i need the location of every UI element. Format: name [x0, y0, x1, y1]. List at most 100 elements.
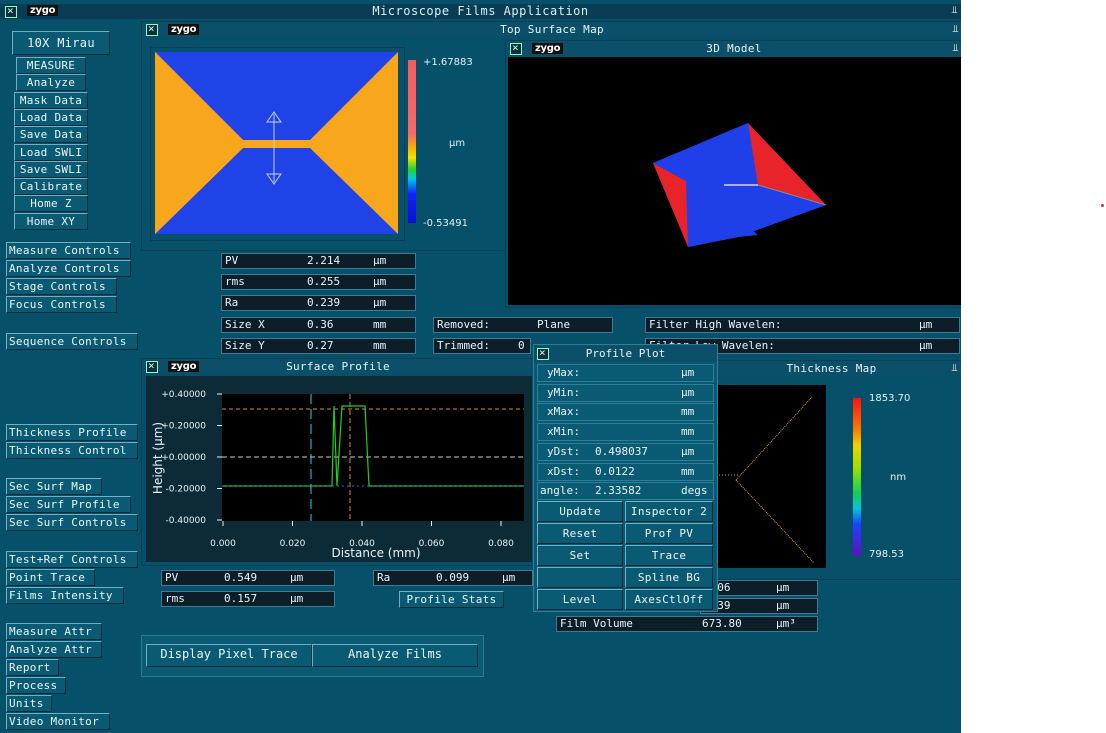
- profile-stats-button[interactable]: Profile Stats: [399, 591, 504, 608]
- left-button-mask-data[interactable]: Mask Data: [14, 92, 88, 109]
- profile-plot-inspector-2-button[interactable]: Inspector 2: [625, 501, 713, 522]
- profile-plot-row-xmin: xMin: mm: [537, 423, 714, 441]
- close-icon[interactable]: [146, 22, 158, 36]
- control-video-monitor[interactable]: Video Monitor: [6, 713, 110, 730]
- control-focus-controls[interactable]: Focus Controls: [6, 296, 117, 313]
- profile-plot-dialog: Profile Plot yMax: µm yMin: µm xMax: mm xMin: m…: [533, 344, 718, 612]
- left-button-load-swli[interactable]: Load SWLI: [14, 144, 88, 161]
- control-sequence-controls[interactable]: Sequence Controls: [6, 333, 138, 350]
- stat-unit: µm: [373, 275, 387, 288]
- control-sec-surf-profile[interactable]: Sec Surf Profile: [6, 496, 131, 513]
- control-measure-controls[interactable]: Measure Controls: [6, 242, 131, 259]
- stat-value: 0.36: [307, 318, 334, 331]
- profile-xlabel: Distance (mm): [331, 546, 420, 560]
- pin-icon[interactable]: ⫫: [951, 24, 960, 35]
- profile-plot-row-ydst: yDst: 0.498037 µm: [537, 443, 714, 461]
- control-units[interactable]: Units: [6, 695, 52, 712]
- thickness-map-image[interactable]: [716, 385, 826, 568]
- stat-size-y-field: Size Y 0.27 mm: [221, 338, 416, 354]
- stat-unit: µm: [373, 296, 387, 309]
- left-button-save-swli[interactable]: Save SWLI: [14, 161, 88, 178]
- profile-plot-trace-button[interactable]: Trace: [625, 545, 713, 566]
- model-3d-view[interactable]: [508, 57, 961, 305]
- model-3d-title: 3D Model: [506, 41, 961, 56]
- top-surface-map-image[interactable]: [155, 52, 398, 234]
- profile-plot-blank-button[interactable]: [537, 567, 623, 588]
- profile-pv-field: PV 0.549 µm: [161, 570, 335, 586]
- close-icon[interactable]: [537, 346, 549, 360]
- film-volume-value: 673.80: [702, 617, 742, 630]
- pin-icon[interactable]: ⫫: [951, 43, 960, 54]
- left-button-save-data[interactable]: Save Data: [14, 126, 88, 143]
- stat-unit: µm: [373, 254, 387, 267]
- row-label: yDst:: [547, 445, 581, 458]
- left-button-home-xy[interactable]: Home XY: [14, 213, 88, 230]
- pin-icon[interactable]: ⫫: [950, 363, 959, 374]
- control-test-ref-controls[interactable]: Test+Ref Controls: [6, 551, 138, 568]
- close-icon[interactable]: [510, 41, 522, 55]
- profile-plot-row-ymin: yMin: µm: [537, 384, 714, 402]
- map-bridge: [243, 140, 310, 148]
- control-point-trace[interactable]: Point Trace: [6, 569, 95, 586]
- control-thickness-profile[interactable]: Thickness Profile: [6, 424, 138, 441]
- profile-plot-level-button[interactable]: Level: [537, 589, 623, 610]
- profile-plot-reset-button[interactable]: Reset: [537, 523, 623, 544]
- thickness-trace-down: [735, 479, 815, 564]
- profile-plot-spline-bg-button[interactable]: Spline BG: [625, 567, 713, 588]
- control-report[interactable]: Report: [6, 659, 59, 676]
- left-button-load-data[interactable]: Load Data: [14, 109, 88, 126]
- pin-icon[interactable]: ⫫: [950, 5, 959, 16]
- profile-ra-unit: µm: [502, 571, 516, 584]
- profile-plot-axesctloff-button[interactable]: AxesCtlOff: [625, 589, 713, 610]
- control-analyze-controls[interactable]: Analyze Controls: [6, 260, 131, 277]
- filter-high-field: Filter High Wavelen: µm: [645, 317, 960, 333]
- stat-label: rms: [225, 275, 245, 288]
- profile-plot-update-button[interactable]: Update: [537, 501, 623, 522]
- control-sec-surf-controls[interactable]: Sec Surf Controls: [6, 514, 138, 531]
- profile-rms-unit: µm: [290, 592, 304, 605]
- row-label: xMax:: [547, 405, 581, 418]
- control-analyze-attr[interactable]: Analyze Attr: [6, 641, 102, 658]
- display-pixel-trace-button[interactable]: Display Pixel Trace: [146, 644, 312, 667]
- profile-chart[interactable]: +0.40000 +0.20000 +0.00000 -0.20000 -0.40000…: [146, 376, 532, 562]
- control-films-intensity[interactable]: Films Intensity: [6, 587, 124, 604]
- control-thickness-control[interactable]: Thickness Control: [6, 442, 138, 459]
- thickness-scale-unit: nm: [890, 472, 907, 483]
- scale-unit-label: µm: [449, 138, 466, 149]
- cursor-dot: [1101, 204, 1104, 207]
- zygo-logo: zygo: [168, 24, 200, 35]
- left-button-measure[interactable]: MEASURE: [16, 57, 86, 74]
- row-unit: mm: [681, 425, 695, 438]
- profile-ytick-label: -0.20000: [166, 485, 207, 495]
- control-stage-controls[interactable]: Stage Controls: [6, 278, 117, 295]
- profile-plot-set-button[interactable]: Set: [537, 545, 623, 566]
- profile-rms-field: rms 0.157 µm: [161, 591, 335, 607]
- stat-unit: mm: [373, 339, 387, 352]
- left-button-calibrate[interactable]: Calibrate: [14, 178, 88, 195]
- film-volume-unit: µm³: [776, 617, 796, 630]
- film-volume-field: Film Volume 673.80 µm³: [556, 616, 818, 632]
- profile-xtick-label: 0.060: [419, 539, 445, 549]
- control-process[interactable]: Process: [6, 677, 66, 694]
- thickness-trace-up: [735, 396, 813, 481]
- stat-label: Size Y: [225, 339, 265, 352]
- close-icon[interactable]: [5, 4, 17, 18]
- stat-rms-field: rms 0.255 µm: [221, 274, 416, 290]
- analyze-films-button[interactable]: Analyze Films: [312, 644, 478, 667]
- profile-ytick-label: +0.00000: [161, 453, 206, 463]
- close-icon[interactable]: [146, 359, 158, 373]
- row-unit: µm: [681, 366, 695, 379]
- profile-xtick-label: 0.000: [210, 539, 236, 549]
- row-value: 2.33582: [595, 484, 642, 497]
- filter-low-unit: µm: [919, 339, 933, 352]
- row-label: yMax:: [547, 366, 581, 379]
- left-button-home-z[interactable]: Home Z: [14, 195, 88, 212]
- objective-selector[interactable]: 10X Mirau: [12, 31, 110, 55]
- profile-rms-value: 0.157: [224, 592, 258, 605]
- scale-min-label: -0.53491: [423, 218, 468, 229]
- stat-label: Ra: [225, 296, 239, 309]
- left-button-analyze[interactable]: Analyze: [16, 74, 86, 91]
- control-sec-surf-map[interactable]: Sec Surf Map: [6, 478, 102, 495]
- control-measure-attr[interactable]: Measure Attr: [6, 623, 102, 640]
- profile-plot-prof-pv-button[interactable]: Prof PV: [625, 523, 713, 544]
